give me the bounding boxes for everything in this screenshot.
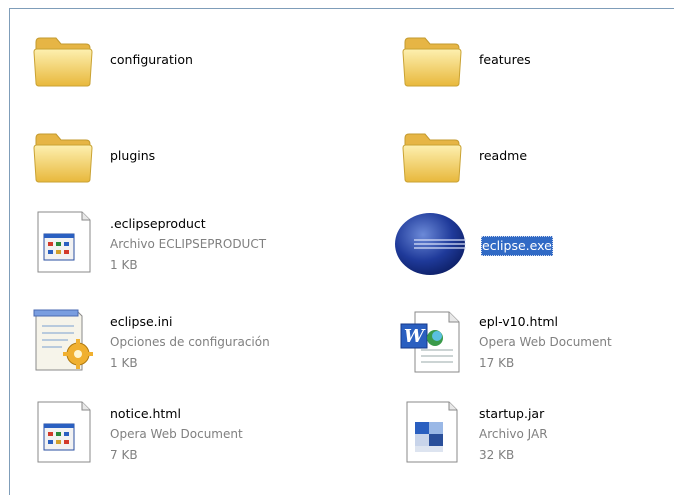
- file-type-label: Opera Web Document: [110, 427, 243, 441]
- folder-name-label: plugins: [110, 148, 156, 163]
- file-name-label: notice.html: [110, 406, 181, 421]
- generic-window-file-icon: [30, 208, 98, 276]
- file-info: .eclipseproduct Archivo ECLIPSEPRODUCT 1…: [110, 214, 266, 276]
- file-name-label: eclipse.exe: [481, 236, 553, 256]
- file-size-label: 7 KB: [110, 448, 138, 462]
- file-name-label: epl-v10.html: [479, 314, 559, 329]
- eclipse-app-icon: [394, 212, 470, 280]
- file-type-label: Opera Web Document: [479, 335, 612, 349]
- file-size-label: 32 KB: [479, 448, 515, 462]
- folder-icon: [399, 124, 467, 192]
- folder-icon: [30, 124, 98, 192]
- file-info: notice.html Opera Web Document 7 KB: [110, 404, 243, 466]
- config-file-icon: [30, 306, 98, 374]
- file-info: eclipse.exe: [481, 236, 553, 256]
- folder-icon: [399, 28, 467, 96]
- svg-text:W: W: [404, 326, 426, 347]
- file-type-label: Opciones de configuración: [110, 335, 270, 349]
- folder-name-label: features: [479, 52, 531, 67]
- file-info: startup.jar Archivo JAR 32 KB: [479, 404, 548, 466]
- window-border-top: [9, 8, 674, 9]
- file-size-label: 1 KB: [110, 258, 138, 272]
- generic-window-file-icon: [30, 398, 98, 466]
- file-name-label: eclipse.ini: [110, 314, 173, 329]
- file-size-label: 1 KB: [110, 356, 138, 370]
- file-info: eclipse.ini Opciones de configuración 1 …: [110, 312, 270, 374]
- file-type-label: Archivo JAR: [479, 427, 548, 441]
- file-info: epl-v10.html Opera Web Document 17 KB: [479, 312, 612, 374]
- jar-file-icon: [399, 398, 467, 466]
- file-name-label: .eclipseproduct: [110, 216, 206, 231]
- folder-name-label: configuration: [110, 52, 193, 67]
- file-size-label: 17 KB: [479, 356, 515, 370]
- file-name-label: startup.jar: [479, 406, 545, 421]
- file-type-label: Archivo ECLIPSEPRODUCT: [110, 237, 267, 251]
- folder-icon: [30, 28, 98, 96]
- window-border-left: [9, 8, 10, 495]
- folder-name-label: readme: [479, 148, 528, 163]
- word-document-icon: W: [399, 306, 467, 374]
